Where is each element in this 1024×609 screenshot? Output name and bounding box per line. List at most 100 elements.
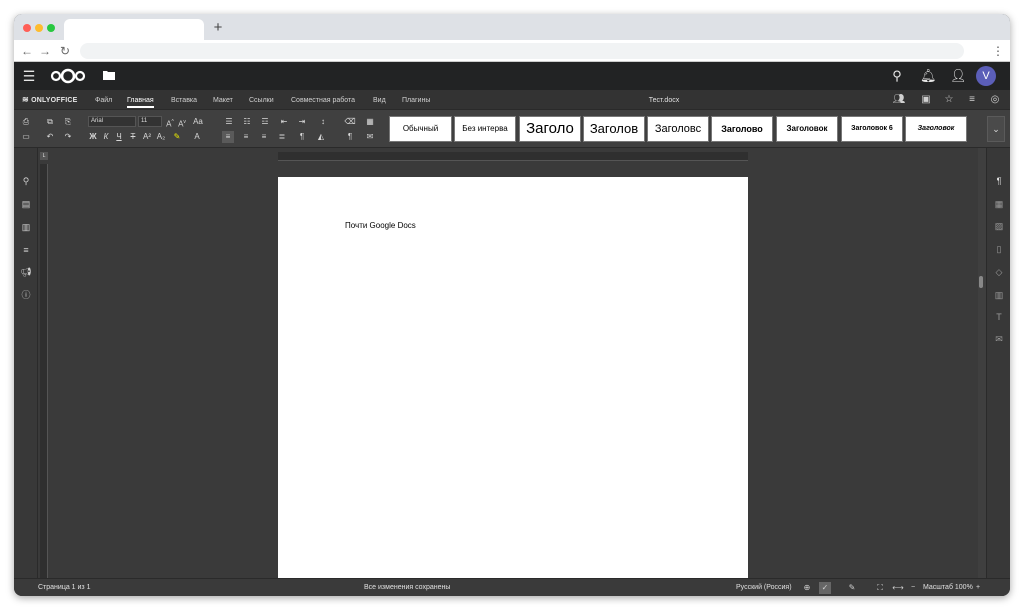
scrollbar-thumb[interactable] xyxy=(979,276,983,288)
zoom-in-button[interactable]: + xyxy=(976,582,980,594)
font-color-icon[interactable]: A xyxy=(190,131,204,143)
new-tab-button[interactable]: + xyxy=(210,19,226,37)
save-icon[interactable]: ▭ xyxy=(20,131,32,143)
change-case-icon[interactable]: Aa xyxy=(190,116,206,128)
find-icon[interactable]: ⚲ xyxy=(19,174,33,188)
chart-settings-icon[interactable]: ▥ xyxy=(992,288,1006,302)
spellcheck-icon[interactable]: ✓ xyxy=(819,582,831,594)
subscript-icon[interactable]: A₂ xyxy=(156,131,166,143)
borders-icon[interactable]: ▦ xyxy=(362,116,378,128)
notifications-bell-icon[interactable]: 🔔︎ xyxy=(920,68,937,84)
comments-icon[interactable]: ▤ xyxy=(19,197,33,211)
tab-plugins[interactable]: Плагины xyxy=(402,93,430,108)
search-icon[interactable]: ⚲ xyxy=(890,68,904,84)
print-icon[interactable]: ⎙ xyxy=(20,116,32,128)
favorite-star-icon[interactable]: ☆ xyxy=(942,93,956,107)
zoom-out-button[interactable]: − xyxy=(911,582,915,594)
contacts-icon[interactable]: 👤︎ xyxy=(950,68,967,84)
tab-collaboration[interactable]: Совместная работа xyxy=(291,93,355,108)
maximize-window-dot[interactable] xyxy=(47,24,55,32)
undo-icon[interactable]: ↶ xyxy=(44,131,56,143)
tab-stop-selector[interactable]: L xyxy=(40,152,48,160)
paste-icon[interactable]: ⎘ xyxy=(62,116,74,128)
arrow-left-icon[interactable]: ← xyxy=(20,43,34,59)
avatar[interactable]: V xyxy=(976,66,996,86)
table-settings-icon[interactable]: ▦ xyxy=(992,197,1006,211)
copy-style-icon[interactable]: ¶ xyxy=(344,131,356,143)
style-normal[interactable]: Обычный xyxy=(389,116,452,142)
align-center-icon[interactable]: ≡ xyxy=(240,131,252,143)
highlight-color-icon[interactable]: ✎ xyxy=(170,131,184,143)
navigation-icon[interactable]: ≡ xyxy=(19,243,33,257)
tab-layout[interactable]: Макет xyxy=(213,93,233,108)
minimize-window-dot[interactable] xyxy=(35,24,43,32)
zoom-level[interactable]: Масштаб 100% xyxy=(923,582,973,594)
bold-icon[interactable]: Ж xyxy=(88,131,98,143)
align-right-icon[interactable]: ≡ xyxy=(258,131,270,143)
increase-font-icon[interactable]: A^ xyxy=(165,116,175,129)
header-footer-icon[interactable]: ▯ xyxy=(992,242,1006,256)
fit-width-icon[interactable]: ⟷ xyxy=(892,582,904,594)
numbered-list-icon[interactable]: ☷ xyxy=(240,116,254,128)
tab-references[interactable]: Ссылки xyxy=(249,93,274,108)
align-justify-icon[interactable]: ≣ xyxy=(276,131,288,143)
style-heading-2[interactable]: Заголов xyxy=(583,116,645,142)
horizontal-ruler[interactable] xyxy=(278,152,748,161)
style-no-spacing[interactable]: Без интерва xyxy=(454,116,516,142)
document-page[interactable]: Почти Google Docs xyxy=(278,177,748,578)
tab-file[interactable]: Файл xyxy=(95,93,112,108)
line-spacing-icon[interactable]: ↕ xyxy=(316,116,330,128)
nextcloud-logo[interactable] xyxy=(50,68,86,84)
url-input[interactable] xyxy=(80,43,964,59)
files-folder-icon[interactable] xyxy=(102,68,116,84)
style-heading-5[interactable]: Заголовок xyxy=(776,116,838,142)
about-info-icon[interactable]: ⓘ xyxy=(19,288,33,302)
tab-insert[interactable]: Вставка xyxy=(171,93,197,108)
mail-merge-settings-icon[interactable]: ✉ xyxy=(992,332,1006,346)
open-location-icon[interactable]: ▣ xyxy=(919,93,933,107)
style-heading-4[interactable]: Заголово xyxy=(711,116,773,142)
nonprinting-chars-icon[interactable]: ¶ xyxy=(296,131,308,143)
increase-indent-icon[interactable]: ⇥ xyxy=(296,116,308,128)
document-body-text[interactable]: Почти Google Docs xyxy=(345,221,416,230)
page-counter[interactable]: Страница 1 из 1 xyxy=(38,582,90,594)
style-heading-6[interactable]: Заголовок 6 xyxy=(841,116,903,142)
browser-tab[interactable] xyxy=(64,19,204,40)
bullet-list-icon[interactable]: ☰ xyxy=(222,116,236,128)
italic-icon[interactable]: К xyxy=(101,131,111,143)
more-menu-icon[interactable]: ≡ xyxy=(965,93,979,107)
fit-page-icon[interactable]: ⛶ xyxy=(874,582,886,594)
copy-icon[interactable]: ⧉ xyxy=(44,116,56,128)
kebab-menu-icon[interactable]: ⋮ xyxy=(992,43,1004,59)
font-family-select[interactable]: Arial xyxy=(88,116,136,127)
feedback-icon[interactable]: 📢︎ xyxy=(19,265,33,279)
style-heading-3[interactable]: Заголовс xyxy=(647,116,709,142)
shape-settings-icon[interactable]: ◇ xyxy=(992,265,1006,279)
share-users-icon[interactable]: 👥︎ xyxy=(890,93,908,107)
close-window-dot[interactable] xyxy=(23,24,31,32)
decrease-indent-icon[interactable]: ⇤ xyxy=(278,116,290,128)
image-settings-icon[interactable]: ▨ xyxy=(992,219,1006,233)
multilevel-list-icon[interactable]: ☲ xyxy=(258,116,272,128)
textart-settings-icon[interactable]: T xyxy=(992,310,1006,324)
mail-merge-icon[interactable]: ✉ xyxy=(362,131,378,143)
shading-icon[interactable]: ◭ xyxy=(314,131,328,143)
chat-icon[interactable]: ▥ xyxy=(19,220,33,234)
clear-format-icon[interactable]: ⌫ xyxy=(344,116,356,128)
strikethrough-icon[interactable]: Т xyxy=(128,131,138,143)
tab-home[interactable]: Главная xyxy=(127,93,154,108)
style-heading-1[interactable]: Заголо xyxy=(519,116,581,142)
redo-icon[interactable]: ↷ xyxy=(62,131,74,143)
vertical-scrollbar[interactable] xyxy=(978,148,986,578)
chevron-down-icon[interactable]: ⌄ xyxy=(987,116,1005,142)
decrease-font-icon[interactable]: Av xyxy=(177,116,187,129)
tab-view[interactable]: Вид xyxy=(373,93,386,108)
reload-icon[interactable]: ↻ xyxy=(58,43,72,59)
superscript-icon[interactable]: A² xyxy=(142,131,152,143)
arrow-right-icon[interactable]: → xyxy=(38,43,52,59)
align-left-icon[interactable]: ≡ xyxy=(222,131,234,143)
hamburger-menu-icon[interactable]: ☰ xyxy=(22,68,36,84)
user-account-icon[interactable]: ◎ xyxy=(988,93,1002,107)
font-size-select[interactable]: 11 xyxy=(138,116,162,127)
paragraph-settings-icon[interactable]: ¶ xyxy=(992,174,1006,188)
